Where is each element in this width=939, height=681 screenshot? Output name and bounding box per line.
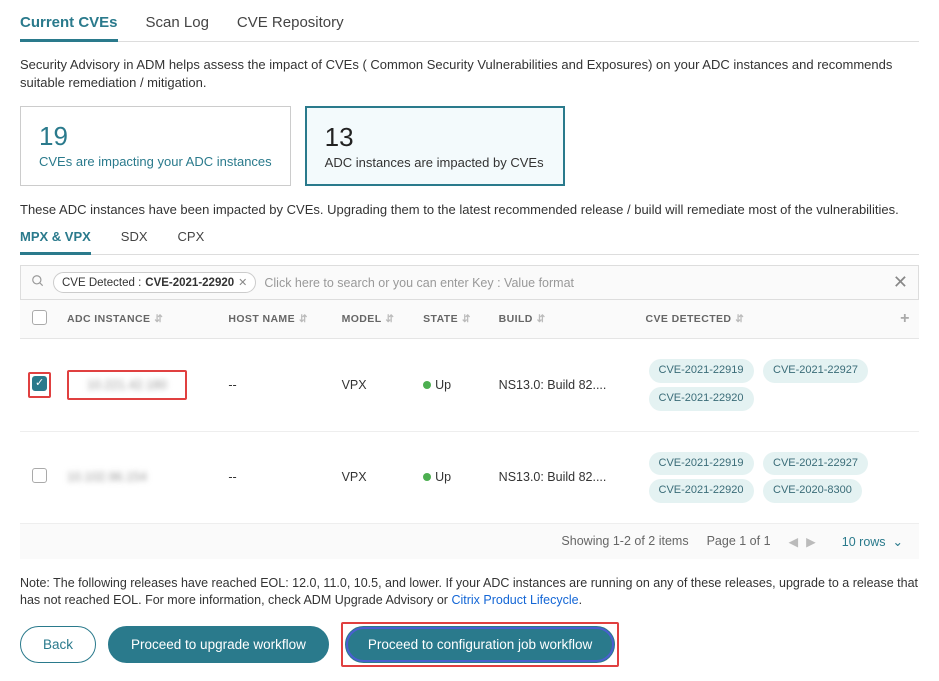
host-name-value: -- — [220, 431, 333, 523]
card-cves-label: CVEs are impacting your ADC instances — [39, 154, 272, 169]
state-value: Up — [435, 470, 451, 484]
cve-pill[interactable]: CVE-2021-22920 — [649, 387, 754, 411]
pagination-bar: Showing 1-2 of 2 items Page 1 of 1 ◀▶ 10… — [20, 524, 919, 559]
col-build[interactable]: BUILD⇵ — [491, 300, 638, 339]
build-value: NS13.0: Build 82.... — [491, 431, 638, 523]
row-checkbox[interactable] — [32, 468, 47, 483]
instances-table: ADC INSTANCE⇵ HOST NAME⇵ MODEL⇵ STATE⇵ B… — [20, 300, 919, 523]
filter-chip: CVE Detected : CVE-2021-22920 ✕ — [53, 272, 256, 293]
sort-icon: ⇵ — [154, 314, 163, 325]
cve-pill[interactable]: CVE-2021-22927 — [763, 452, 868, 476]
page-text: Page 1 of 1 — [707, 534, 771, 548]
cve-pill[interactable]: CVE-2020-8300 — [763, 479, 862, 503]
cve-pill[interactable]: CVE-2021-22927 — [763, 359, 868, 383]
cve-pill[interactable]: CVE-2021-22920 — [649, 479, 754, 503]
table-row: 10.102.96.154 -- VPX Up NS13.0: Build 82… — [20, 431, 919, 523]
card-cves-count: 19 — [39, 121, 272, 152]
adc-instance-value[interactable]: 10.221.42.180 — [87, 378, 167, 392]
clear-search-icon[interactable]: ✕ — [893, 272, 908, 293]
add-column-button[interactable]: + — [891, 300, 919, 339]
instance-type-tabs: MPX & VPX SDX CPX — [20, 229, 919, 255]
showing-text: Showing 1-2 of 2 items — [561, 534, 688, 548]
select-all-checkbox[interactable] — [32, 310, 47, 325]
cve-pill[interactable]: CVE-2021-22919 — [649, 359, 754, 383]
col-model[interactable]: MODEL⇵ — [334, 300, 416, 339]
search-icon — [31, 274, 45, 291]
state-value: Up — [435, 378, 451, 392]
proceed-config-job-button[interactable]: Proceed to configuration job workflow — [345, 626, 615, 663]
subintro-text: These ADC instances have been impacted b… — [20, 202, 919, 217]
action-buttons: Back Proceed to upgrade workflow Proceed… — [20, 622, 919, 667]
chevron-down-icon: ⌄ — [893, 535, 903, 549]
state-up-icon — [423, 381, 431, 389]
card-instances-count: 13 — [325, 122, 545, 153]
next-page-icon[interactable]: ▶ — [806, 535, 824, 549]
cve-pill[interactable]: CVE-2021-22919 — [649, 452, 754, 476]
state-up-icon — [423, 473, 431, 481]
table-row: 10.221.42.180 -- VPX Up NS13.0: Build 82… — [20, 339, 919, 431]
col-host-name[interactable]: HOST NAME⇵ — [220, 300, 333, 339]
lifecycle-link[interactable]: Citrix Product Lifecycle — [451, 593, 578, 607]
filter-chip-value: CVE-2021-22920 — [145, 277, 234, 289]
rows-per-page[interactable]: 10 rows ⌄ — [842, 534, 903, 549]
main-tabs: Current CVEs Scan Log CVE Repository — [20, 14, 919, 42]
tab-current-cves[interactable]: Current CVEs — [20, 14, 118, 42]
sort-icon: ⇵ — [537, 314, 546, 325]
build-value: NS13.0: Build 82.... — [491, 339, 638, 431]
filter-chip-remove-icon[interactable]: ✕ — [238, 276, 247, 289]
model-value: VPX — [334, 339, 416, 431]
search-input[interactable]: Click here to search or you can enter Ke… — [264, 276, 885, 290]
card-instances-label: ADC instances are impacted by CVEs — [325, 155, 545, 170]
intro-text: Security Advisory in ADM helps assess th… — [20, 56, 919, 92]
col-adc-instance[interactable]: ADC INSTANCE⇵ — [59, 300, 220, 339]
sort-icon: ⇵ — [386, 314, 395, 325]
row-checkbox[interactable] — [32, 376, 47, 391]
subtab-cpx[interactable]: CPX — [178, 229, 205, 254]
model-value: VPX — [334, 431, 416, 523]
card-instances-impacted[interactable]: 13 ADC instances are impacted by CVEs — [305, 106, 565, 186]
col-state[interactable]: STATE⇵ — [415, 300, 491, 339]
col-cve-detected[interactable]: CVE DETECTED⇵ — [638, 300, 892, 339]
sort-icon: ⇵ — [299, 314, 308, 325]
sort-icon: ⇵ — [735, 314, 744, 325]
tab-scan-log[interactable]: Scan Log — [146, 14, 209, 41]
adc-instance-value[interactable]: 10.102.96.154 — [67, 470, 147, 484]
prev-page-icon[interactable]: ◀ — [789, 535, 807, 549]
host-name-value: -- — [220, 339, 333, 431]
back-button[interactable]: Back — [20, 626, 96, 663]
card-cves-impacting[interactable]: 19 CVEs are impacting your ADC instances — [20, 106, 291, 186]
subtab-mpx-vpx[interactable]: MPX & VPX — [20, 229, 91, 255]
filter-chip-key: CVE Detected : — [62, 277, 141, 289]
proceed-upgrade-button[interactable]: Proceed to upgrade workflow — [108, 626, 329, 663]
subtab-sdx[interactable]: SDX — [121, 229, 148, 254]
tab-cve-repository[interactable]: CVE Repository — [237, 14, 344, 41]
eol-note: Note: The following releases have reache… — [20, 575, 919, 610]
sort-icon: ⇵ — [462, 314, 471, 325]
summary-cards: 19 CVEs are impacting your ADC instances… — [20, 106, 919, 186]
search-bar: CVE Detected : CVE-2021-22920 ✕ Click he… — [20, 265, 919, 300]
